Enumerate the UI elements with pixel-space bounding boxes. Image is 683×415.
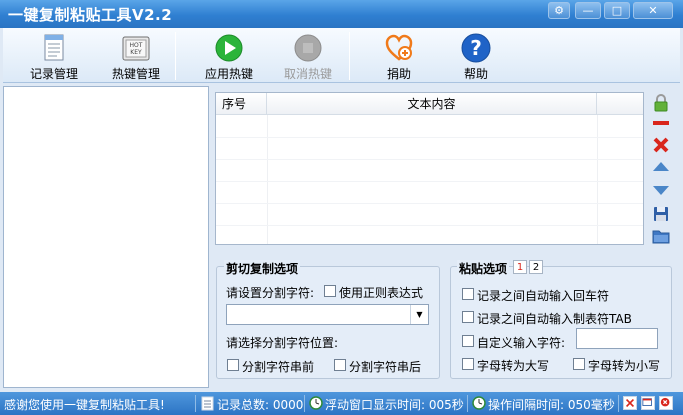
split-before-checkbox[interactable] xyxy=(227,359,239,371)
hotkey-manage-label: 热键管理 xyxy=(111,67,160,81)
grid-line xyxy=(216,159,643,160)
help-button[interactable]: ? 帮助 xyxy=(440,30,512,82)
split-before-label: 分割字符串前 xyxy=(242,360,315,374)
title-bar[interactable]: 一键复制粘贴工具V2.2 ⚙ — □ ✕ xyxy=(0,0,683,28)
donate-button[interactable]: 捐助 xyxy=(363,30,435,82)
move-up-icon[interactable] xyxy=(651,157,671,177)
separator-label: 请设置分割字符: xyxy=(226,286,315,300)
settings-icon[interactable]: ⚙ xyxy=(548,2,570,19)
cancel-hotkey-label: 取消热键 xyxy=(283,67,332,81)
list-header: 序号 文本内容 xyxy=(216,93,643,115)
custom-char-input[interactable] xyxy=(576,328,658,349)
grid-line xyxy=(216,225,643,226)
cancel-hotkey-button[interactable]: 取消热键 xyxy=(272,30,344,82)
apply-hotkey-button[interactable]: 应用热键 xyxy=(193,30,265,82)
grid-line xyxy=(216,137,643,138)
toolbar-separator xyxy=(175,32,176,80)
delete-icon[interactable] xyxy=(651,135,671,155)
paste-tab-2[interactable]: 2 xyxy=(529,260,543,274)
cut-copy-options-title: 剪切复制选项 xyxy=(224,260,301,277)
column-header-text[interactable]: 文本内容 xyxy=(267,93,597,115)
lowercase-label: 字母转为小写 xyxy=(588,359,661,373)
status-divider xyxy=(467,395,468,412)
position-label: 请选择分割字符位置: xyxy=(226,336,339,350)
window-title: 一键复制粘贴工具V2.2 xyxy=(8,6,173,24)
uppercase-label: 字母转为大写 xyxy=(477,359,550,373)
record-manage-button[interactable]: 记录管理 xyxy=(19,30,89,82)
help-icon: ? xyxy=(461,33,491,63)
float-window-time: 浮动窗口显示时间: 005秒 xyxy=(325,398,464,412)
custom-char-checkbox[interactable] xyxy=(462,335,474,347)
play-icon xyxy=(215,34,243,62)
help-label: 帮助 xyxy=(463,67,488,81)
split-after-checkbox[interactable] xyxy=(334,359,346,371)
document-list-icon xyxy=(44,34,64,61)
lowercase-checkbox[interactable] xyxy=(573,358,585,370)
uppercase-checkbox[interactable] xyxy=(462,358,474,370)
lock-icon[interactable] xyxy=(651,93,671,113)
status-message: 感谢您使用一键复制粘贴工具! xyxy=(4,398,165,412)
use-regex-label: 使用正则表达式 xyxy=(339,286,424,300)
hotkey-manage-button[interactable]: HOT KEY 热键管理 xyxy=(100,30,172,82)
paste-options-title: 粘贴选项 xyxy=(457,260,510,277)
grid-line xyxy=(216,203,643,204)
use-regex-checkbox[interactable] xyxy=(324,285,336,297)
status-window-icon[interactable] xyxy=(641,396,655,410)
svg-text:KEY: KEY xyxy=(130,49,142,56)
record-total: 记录总数: 0000 xyxy=(217,398,304,412)
status-divider xyxy=(618,395,619,412)
close-icon[interactable]: ✕ xyxy=(633,2,673,19)
record-list[interactable]: 序号 文本内容 xyxy=(215,92,644,245)
status-bar: 感谢您使用一键复制粘贴工具! 记录总数: 0000 浮动窗口显示时间: 005秒… xyxy=(0,392,683,415)
auto-tab-label: 记录之间自动输入制表符TAB xyxy=(477,312,632,326)
stop-icon xyxy=(294,34,322,62)
toolbar-separator xyxy=(349,32,350,80)
open-folder-icon[interactable] xyxy=(651,226,671,246)
chevron-down-icon[interactable]: ▼ xyxy=(410,305,428,324)
column-header-index[interactable]: 序号 xyxy=(216,93,267,115)
clock-icon xyxy=(309,396,323,410)
move-down-icon[interactable] xyxy=(651,180,671,200)
separator-select[interactable]: ▼ xyxy=(226,304,429,325)
status-divider xyxy=(195,395,196,412)
status-divider xyxy=(304,395,305,412)
minimize-icon[interactable]: — xyxy=(575,2,601,19)
custom-char-label: 自定义输入字符: xyxy=(477,336,566,350)
status-settings-icon[interactable] xyxy=(623,396,637,410)
hotkey-keyboard-icon: HOT KEY xyxy=(122,36,150,61)
remove-icon[interactable] xyxy=(651,113,671,133)
toolbar: 记录管理 HOT KEY 热键管理 应用热键 取消热键 捐助 ? 帮助 xyxy=(3,28,680,83)
maximize-icon[interactable]: □ xyxy=(604,2,630,19)
status-exit-icon[interactable] xyxy=(659,396,673,410)
heart-donate-icon xyxy=(385,34,413,61)
apply-hotkey-label: 应用热键 xyxy=(204,67,253,81)
auto-tab-checkbox[interactable] xyxy=(462,311,474,323)
paste-tab-1[interactable]: 1 xyxy=(513,260,527,274)
auto-enter-label: 记录之间自动输入回车符 xyxy=(477,289,610,303)
split-after-label: 分割字符串后 xyxy=(349,360,422,374)
document-icon xyxy=(201,396,214,411)
svg-text:?: ? xyxy=(470,36,482,60)
auto-enter-checkbox[interactable] xyxy=(462,288,474,300)
save-icon[interactable] xyxy=(651,204,671,224)
clock-icon xyxy=(472,396,486,410)
record-manage-label: 记录管理 xyxy=(29,67,78,81)
donate-label: 捐助 xyxy=(386,67,411,81)
grid-line xyxy=(216,181,643,182)
svg-text:HOT: HOT xyxy=(130,42,143,49)
operation-interval: 操作间隔时间: 050毫秒 xyxy=(488,398,615,412)
record-tree-panel[interactable] xyxy=(3,86,209,388)
